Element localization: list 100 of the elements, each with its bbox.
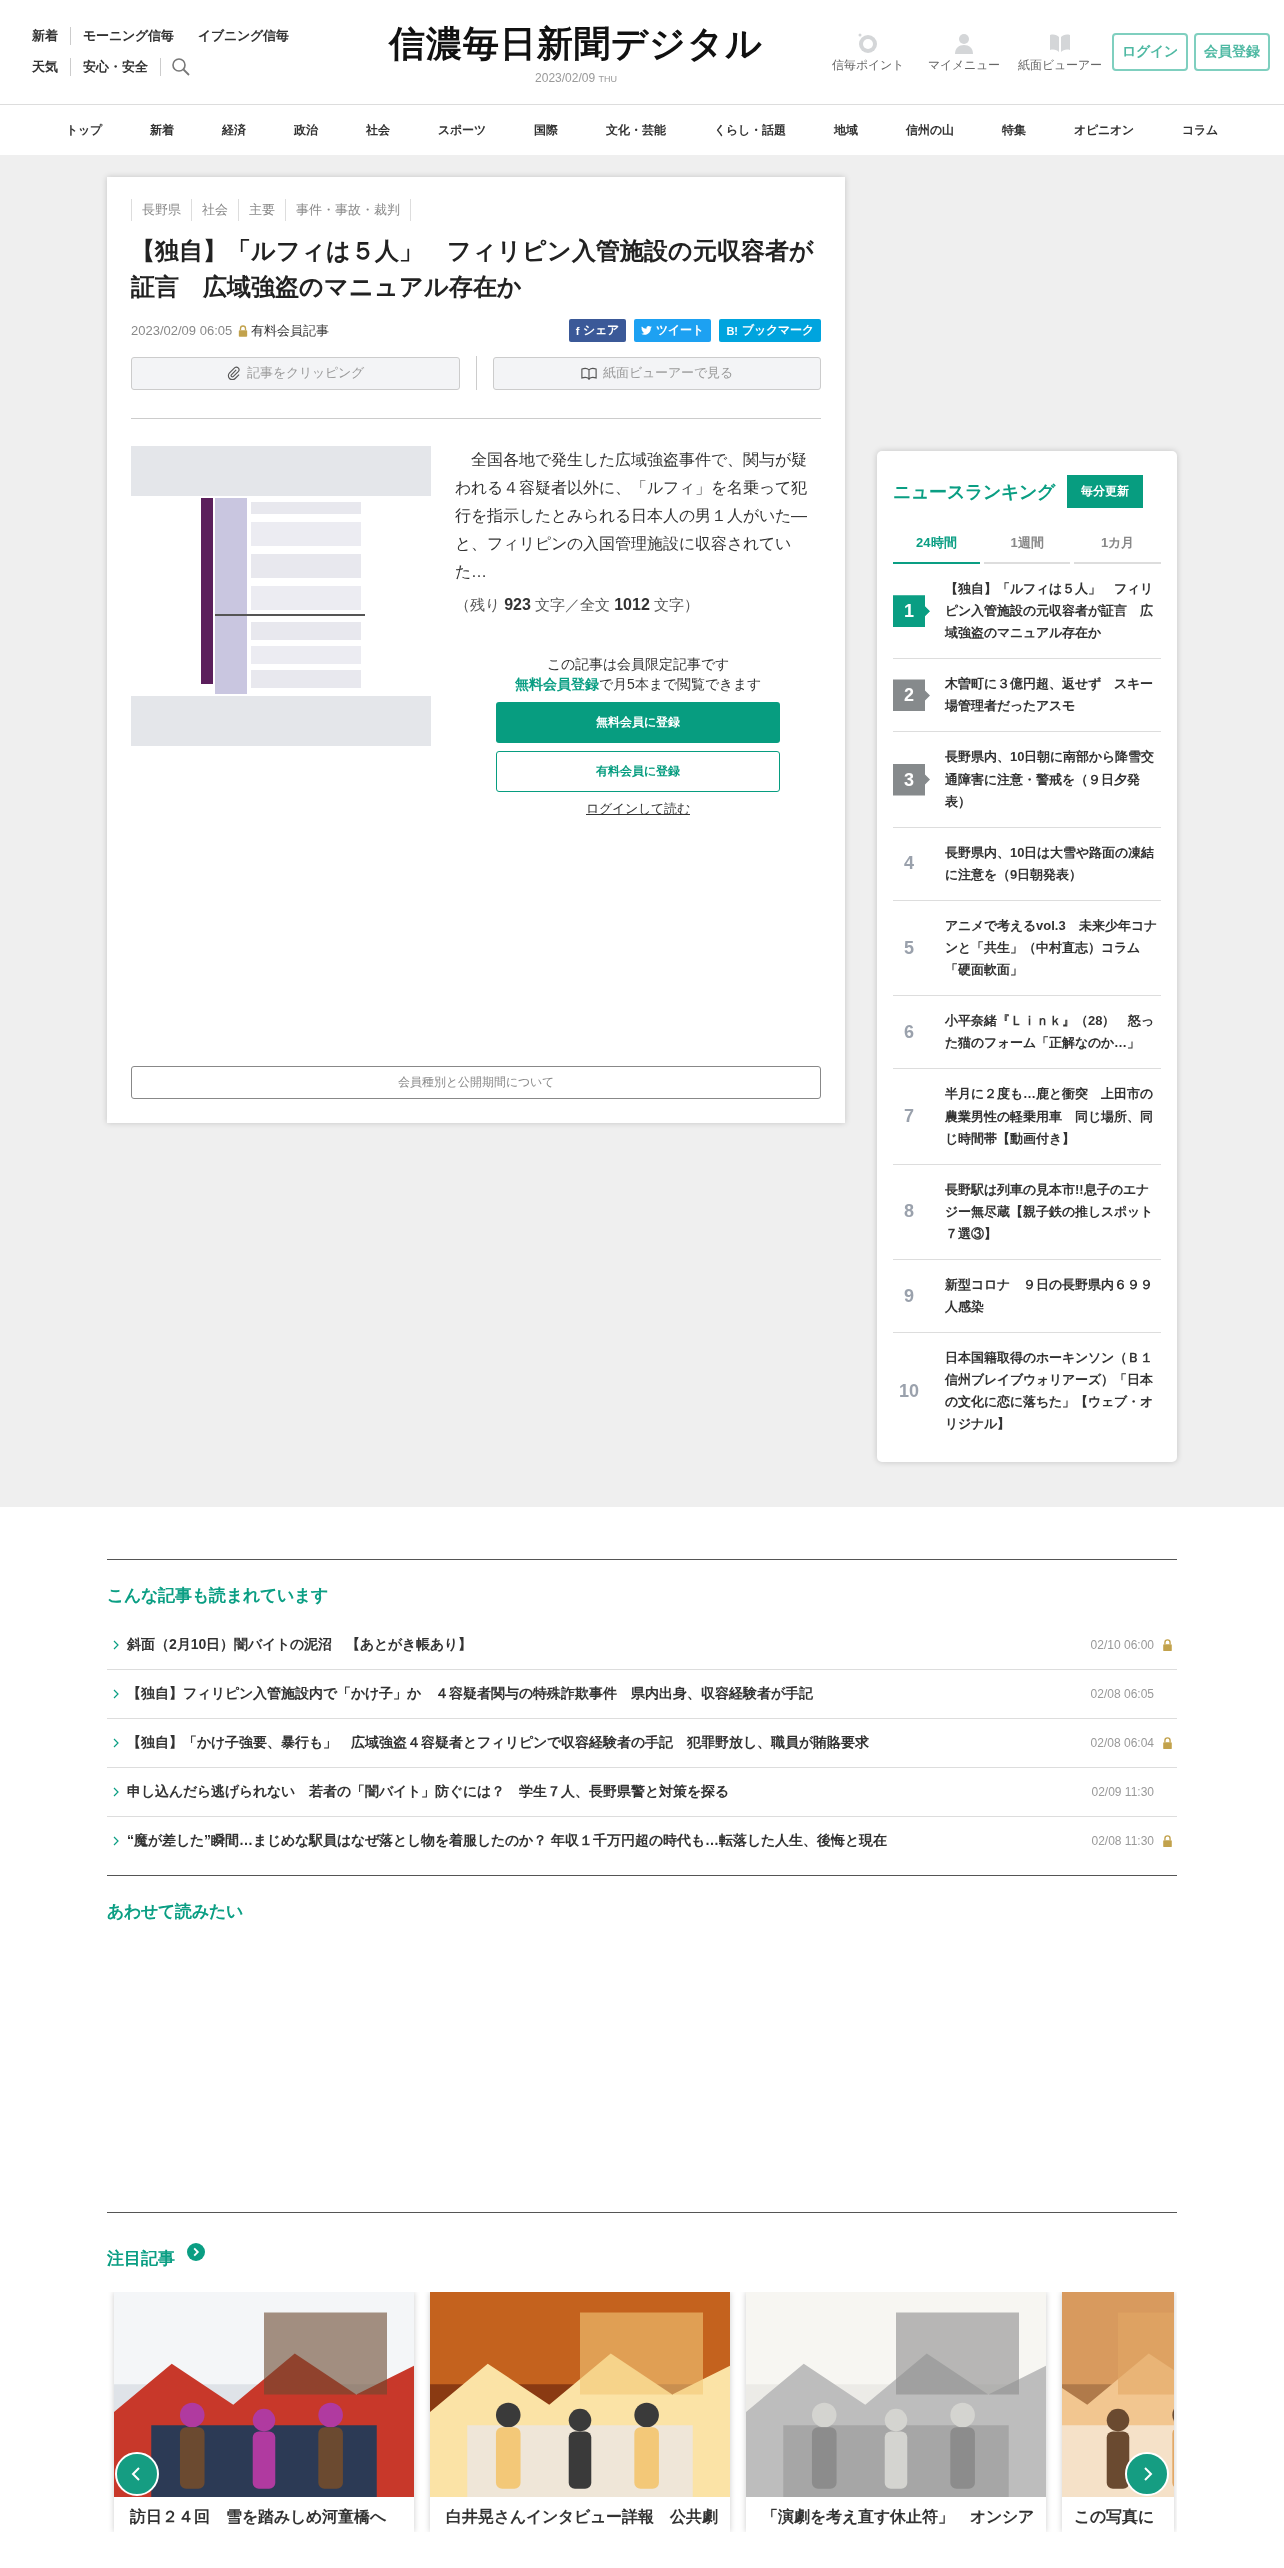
article-link-title: 申し込んだら逃げられない 若者の「闇バイト」防ぐには？ 学生７人、長野県警と対策を探る xyxy=(127,1782,730,1801)
header-link[interactable]: 天気 xyxy=(30,58,71,76)
ranking-item-title: 長野県内、10日は大雪や路面の凍結に注意を（9日朝発表） xyxy=(945,843,1156,884)
featured-card-title: 「演劇を考え直す休止符」 オンシア xyxy=(761,2506,1035,2527)
ranking-item[interactable]: 4 長野県内、10日は大雪や路面の凍結に注意を（9日朝発表） xyxy=(893,827,1161,901)
featured-card[interactable]: 「演劇を考え直す休止符」 オンシア xyxy=(746,2291,1046,2532)
header-date: 2023/02/09 THU xyxy=(535,70,617,85)
featured-card[interactable]: この写真に xyxy=(1062,2291,1174,2532)
rank-number: 4 xyxy=(903,853,915,875)
rank-number: 7 xyxy=(903,1106,915,1128)
category-link[interactable]: 事件・事故・裁判 xyxy=(285,199,411,221)
nav-item[interactable]: 社会 xyxy=(342,121,414,139)
ranking-item-title: 新型コロナ ９日の長野県内６９９人感染 xyxy=(945,1275,1154,1317)
nav-item[interactable]: 特集 xyxy=(978,121,1050,139)
header-icon-link[interactable]: 信毎ポイント xyxy=(822,30,914,74)
chevron-icon xyxy=(113,1688,119,1699)
ranking-item[interactable]: 2 木曽町に３億円超、返せず スキー場管理者だったアスモ xyxy=(893,659,1161,733)
paperclip-icon xyxy=(226,366,241,380)
ranking-item-title: 木曽町に３億円超、返せず スキー場管理者だったアスモ xyxy=(945,675,1154,716)
article-time: 02/08 06:05 xyxy=(1090,1686,1154,1701)
header-link[interactable]: モーニング信毎 xyxy=(71,27,186,45)
rank-number: 10 xyxy=(898,1380,920,1402)
ranking-item[interactable]: 6 小平奈緒『Ｌｉｎｋ』（28） 怒った猫のフォーム「正解なのか…」 xyxy=(893,996,1161,1070)
article-link[interactable]: 【独自】フィリピン入管施設内で「かけ子」か ４容疑者関与の特殊詐欺事件 県内出身、収容経験者が手記 02/08 06:05 xyxy=(107,1669,1177,1719)
nav-item[interactable]: トップ xyxy=(42,121,126,139)
article-lead: 全国各地で発生した広域強盗事件で、関与が疑われる４容疑者以外に、「ルフィ」を名乗って犯行を指示したとみられる日本人の男１人がいた―と、フィリピンの入国管理施設に収容されていた… xyxy=(455,450,808,582)
rank-number: 8 xyxy=(903,1201,915,1223)
category-link[interactable]: 主要 xyxy=(238,199,285,221)
article-date: 2023/02/09 06:05 xyxy=(131,323,233,338)
category-link[interactable]: 長野県 xyxy=(131,199,191,221)
chevron-icon xyxy=(113,1639,119,1650)
rank-number: 5 xyxy=(903,937,915,959)
rank-number: 6 xyxy=(903,1021,915,1043)
ranking-item[interactable]: 3 長野県内、10日朝に南部から降雪交通障害に注意・警戒を（９日夕発表） xyxy=(893,732,1161,828)
section-heading: こんな記事も読まれています xyxy=(107,1584,329,1607)
paid-signup-button[interactable]: 有料会員に登録 xyxy=(496,751,780,793)
ranking-item[interactable]: 7 半月に２度も…鹿と衝突 上田市の農業男性の軽乗用車 同じ場所、同じ時間帯【動画付き】 xyxy=(893,1069,1161,1165)
nav-item[interactable]: オピニオン xyxy=(1050,121,1158,139)
nav-item[interactable]: スポーツ xyxy=(414,121,510,139)
nav-item[interactable]: 政治 xyxy=(270,121,342,139)
nav-item[interactable]: 国際 xyxy=(510,121,582,139)
article-link[interactable]: “魔が差した”瞬間…まじめな駅員はなぜ落とし物を着服したのか？ 年収１千万円超の時代も…転落した人生、後悔と現在 02/08 11:30 xyxy=(107,1816,1177,1865)
rank-badge: 3 xyxy=(893,763,930,796)
ranking-title: ニュースランキング xyxy=(893,480,1055,504)
featured-card-title: 訪日２４回 雪を踏みしめ河童橋へ xyxy=(129,2506,387,2527)
nav-item[interactable]: 信州の山 xyxy=(882,121,978,139)
category-link[interactable]: 社会 xyxy=(191,199,238,221)
article-link[interactable]: 申し込んだら逃げられない 若者の「闇バイト」防ぐには？ 学生７人、長野県警と対策を探る 02/09 11:30 xyxy=(107,1767,1177,1817)
nav-item[interactable]: 地域 xyxy=(810,121,882,139)
header-link[interactable]: 新着 xyxy=(30,27,71,45)
article-title: 【独自】「ルフィは５人」 フィリピン入管施設の元収容者が証言 広域強盗のマニュアル存在か xyxy=(131,236,815,302)
site-logo[interactable]: 信濃毎日新聞デジタル xyxy=(389,19,763,69)
paywall-note: で月5本まで閲覧できます xyxy=(599,675,761,692)
membership-info-button[interactable]: 会員種別と公開期間について xyxy=(131,1066,821,1099)
article-link-title: 【独自】「かけ子強要、暴行も」 広域強盗４容疑者とフィリピンで収容経験者の手記 犯罪野放し、職員が賄賂要求 xyxy=(127,1733,870,1752)
login-link[interactable]: ログインして読む xyxy=(586,800,690,819)
chevron-icon xyxy=(113,1835,119,1846)
ranking-tab[interactable]: 1週間 xyxy=(983,526,1071,564)
article-link[interactable]: 【独自】「かけ子強要、暴行も」 広域強盗４容疑者とフィリピンで収容経験者の手記 犯罪野放し、職員が賄賂要求 02/08 06:04 xyxy=(107,1718,1177,1768)
paywall-notice: この記事は会員限定記事です xyxy=(547,655,729,674)
section-heading: あわせて読みたい xyxy=(107,1900,244,1923)
chevron-icon xyxy=(113,1737,119,1748)
ranking-item-title: 【独自】「ルフィは５人」 フィリピン入管施設の元収容者が証言 広域強盗のマニュアル存在か xyxy=(945,580,1154,643)
nav-item[interactable]: 文化・芸能 xyxy=(582,121,690,139)
header-icon-link[interactable]: 紙面ビューアー xyxy=(1014,30,1106,74)
book-icon xyxy=(580,366,597,380)
share-button[interactable]: f シェア xyxy=(568,319,627,342)
nav-item[interactable]: くらし・話題 xyxy=(690,121,810,139)
ranking-item[interactable]: 8 長野駅は列車の見本市!!息子のエナジー無尽蔵【親子鉄の推しスポット７選③】 xyxy=(893,1164,1161,1260)
update-badge: 毎分更新 xyxy=(1067,475,1143,508)
ranking-item[interactable]: 1 【独自】「ルフィは５人」 フィリピン入管施設の元収容者が証言 広域強盗のマニュアル存在か xyxy=(893,564,1161,660)
header-link[interactable]: 安心・安全 xyxy=(71,58,161,76)
featured-card[interactable]: 訪日２４回 雪を踏みしめ河童橋へ xyxy=(114,2291,414,2532)
nav-item[interactable]: コラム xyxy=(1158,121,1242,139)
article-link-title: “魔が差した”瞬間…まじめな駅員はなぜ落とし物を着服したのか？ 年収１千万円超の時代も…転落した人生、後悔と現在 xyxy=(127,1831,888,1850)
nav-item[interactable]: 経済 xyxy=(198,121,270,139)
lock-icon xyxy=(238,324,249,337)
rank-badge: 1 xyxy=(893,595,930,628)
bird-icon xyxy=(641,326,653,335)
ranking-item[interactable]: 10 日本国籍取得のホーキンソン（Ｂ１信州ブレイブウォリアーズ）「日本の文化に恋に落ちた」【ウェブ・オリジナル】 xyxy=(893,1333,1161,1450)
chevron-icon xyxy=(113,1786,119,1797)
rank-number: 9 xyxy=(903,1285,915,1307)
ranking-item-title: 長野県内、10日朝に南部から降雪交通障害に注意・警戒を（９日夕発表） xyxy=(945,748,1156,811)
search-icon[interactable] xyxy=(171,57,191,77)
remaining-count: （残り 923 文字／全文 1012 文字） xyxy=(455,596,700,615)
header-icon-link[interactable]: マイメニュー xyxy=(918,30,1010,74)
nav-item[interactable]: 新着 xyxy=(126,121,198,139)
header-link[interactable]: イブニング信毎 xyxy=(186,27,301,45)
ranking-item-title: 長野駅は列車の見本市!!息子のエナジー無尽蔵【親子鉄の推しスポット７選③】 xyxy=(945,1180,1154,1243)
section-heading: 注目記事 xyxy=(107,2247,175,2270)
ranking-item[interactable]: 5 アニメで考えるvol.3 未来少年コナンと「共生」（中村直志）コラム「硬面軟面」 xyxy=(893,900,1161,997)
member-label: 有料会員記事 xyxy=(251,321,330,340)
featured-card[interactable]: 白井晃さんインタビュー詳報 公共劇 xyxy=(430,2291,730,2532)
ranking-tab[interactable]: 1カ月 xyxy=(1074,526,1161,564)
article-link-title: 斜面（2月10日）闇バイトの泥沼 【あとがき帳あり】 xyxy=(127,1635,474,1654)
rank-badge: 2 xyxy=(893,679,930,712)
ranking-item-title: アニメで考えるvol.3 未来少年コナンと「共生」（中村直志）コラム「硬面軟面」 xyxy=(945,916,1158,980)
featured-card-title: 白井晃さんインタビュー詳報 公共劇 xyxy=(445,2506,719,2527)
ranking-item[interactable]: 9 新型コロナ ９日の長野県内６９９人感染 xyxy=(893,1259,1161,1334)
article-link[interactable]: 斜面（2月10日）闇バイトの泥沼 【あとがき帳あり】 02/10 06:00 xyxy=(107,1620,1177,1670)
